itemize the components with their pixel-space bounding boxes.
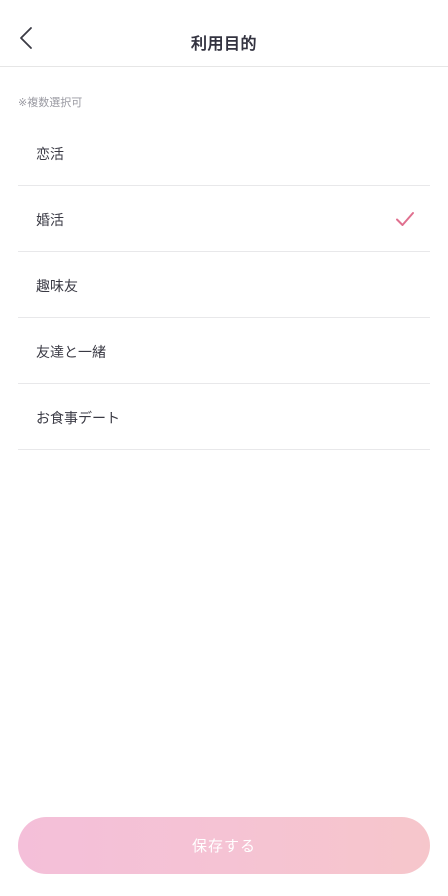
option-item-1[interactable]: 婚活: [18, 186, 430, 252]
option-label: 友達と一緒: [36, 345, 106, 361]
page-title: 利用目的: [190, 34, 257, 53]
multi-select-note: ※複数選択可: [18, 96, 83, 109]
option-item-3[interactable]: 友達と一緒: [18, 318, 430, 384]
checkmark-icon: [396, 212, 414, 226]
option-item-0[interactable]: 恋活: [18, 120, 430, 186]
app-header: 利用目的: [0, 0, 448, 67]
option-label: 婚活: [36, 213, 64, 229]
save-button[interactable]: 保存する: [18, 817, 430, 874]
option-item-4[interactable]: お食事デート: [18, 384, 430, 450]
option-label: 恋活: [36, 147, 64, 163]
option-label: お食事デート: [36, 411, 120, 427]
option-label: 趣味友: [36, 279, 78, 295]
option-item-2[interactable]: 趣味友: [18, 252, 430, 318]
purpose-options-list: 恋活 婚活 趣味友 友達と一緒 お食事デート: [18, 120, 430, 450]
